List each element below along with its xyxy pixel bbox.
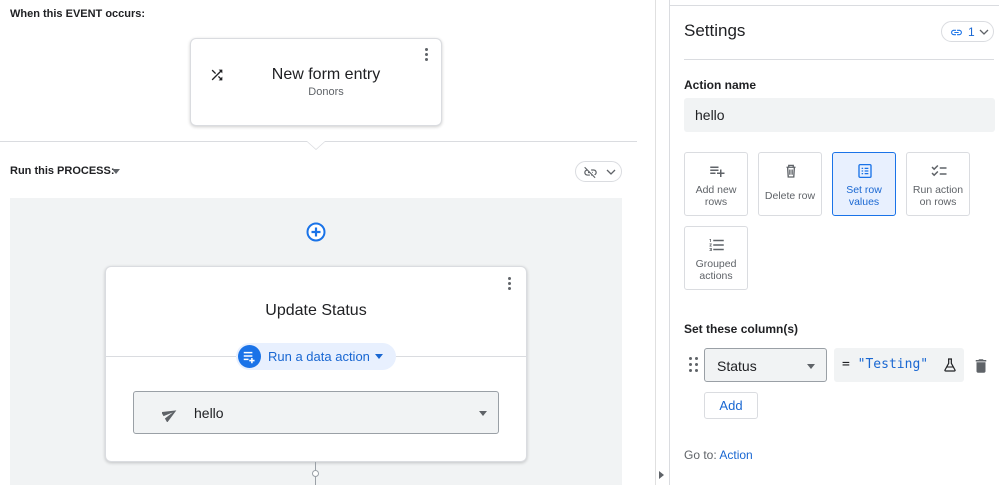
event-card[interactable]: New form entry Donors — [190, 38, 442, 126]
set-columns-label: Set these column(s) — [684, 322, 799, 336]
tile-delete-row[interactable]: Delete row — [758, 152, 822, 216]
chevron-down-icon — [606, 169, 616, 175]
column-select-caret-icon — [807, 364, 815, 369]
expression-assistant-icon[interactable] — [942, 357, 958, 373]
action-name-label: Action name — [684, 78, 757, 92]
add-rows-icon — [710, 166, 725, 177]
process-canvas: Update Status Run a data action hello — [10, 198, 622, 485]
chip-caret-icon — [375, 354, 383, 359]
send-icon — [162, 410, 177, 422]
settings-panel: Settings 1 Action name Add newrows Delet… — [669, 0, 999, 485]
links-chip[interactable]: 1 — [941, 21, 994, 42]
add-step-icon[interactable] — [306, 222, 326, 242]
step-title: Update Status — [265, 302, 367, 319]
action-select-caret-icon — [479, 411, 487, 416]
goto-action-link[interactable]: Action — [719, 448, 752, 462]
run-action-icon — [931, 164, 947, 177]
settings-title: Settings — [684, 21, 746, 40]
chevron-down-icon — [979, 29, 989, 35]
expression-field[interactable]: = "Testing" — [834, 348, 964, 382]
delete-column-icon[interactable] — [972, 357, 990, 375]
expression-value: "Testing" — [857, 357, 929, 372]
delete-row-icon — [786, 164, 796, 178]
column-select[interactable]: Status — [704, 348, 827, 382]
grouped-actions-icon — [709, 239, 724, 251]
step-card-menu-icon[interactable] — [508, 277, 512, 293]
flow-editor: When this EVENT occurs: New form entry D… — [0, 0, 637, 485]
process-dropdown-caret-icon[interactable] — [112, 169, 120, 174]
event-section-label: When this EVENT occurs: — [10, 8, 146, 20]
unlink-toggle[interactable] — [575, 161, 622, 182]
goto-prefix: Go to: — [684, 448, 717, 462]
action-name-input[interactable] — [684, 98, 995, 132]
drag-handle-icon[interactable] — [689, 357, 699, 373]
action-select-value: hello — [194, 405, 224, 421]
tile-grouped-actions[interactable]: Grouped actions — [684, 226, 748, 290]
event-card-menu-icon[interactable] — [425, 48, 429, 64]
expression-prefix: = — [842, 357, 858, 372]
goto-line: Go to: Action — [684, 448, 753, 462]
step-type-label: Run a data action — [268, 349, 370, 364]
action-select[interactable]: hello — [133, 391, 499, 434]
set-row-values-icon — [858, 163, 872, 179]
process-section-label: Run this PROCESS: — [10, 165, 115, 177]
tile-run-action-on-rows[interactable]: Run action on rows — [906, 152, 970, 216]
connector-node[interactable] — [312, 470, 319, 477]
expand-arrow-icon[interactable] — [659, 471, 664, 479]
tile-set-row-values[interactable]: Set row values — [832, 152, 896, 216]
step-card[interactable]: Update Status Run a data action hello — [105, 266, 527, 462]
pane-splitter[interactable] — [655, 0, 669, 485]
data-action-icon — [238, 345, 261, 368]
link-off-icon — [584, 166, 597, 179]
event-card-title: New form entry — [271, 66, 381, 83]
event-card-subtitle: Donors — [308, 86, 344, 98]
link-icon — [951, 29, 962, 36]
step-type-chip[interactable]: Run a data action — [236, 343, 396, 370]
column-select-value: Status — [717, 358, 757, 374]
tile-add-new-rows[interactable]: Add new rows — [684, 152, 748, 216]
links-count: 1 — [968, 25, 975, 39]
add-column-button[interactable]: Add — [704, 392, 758, 419]
